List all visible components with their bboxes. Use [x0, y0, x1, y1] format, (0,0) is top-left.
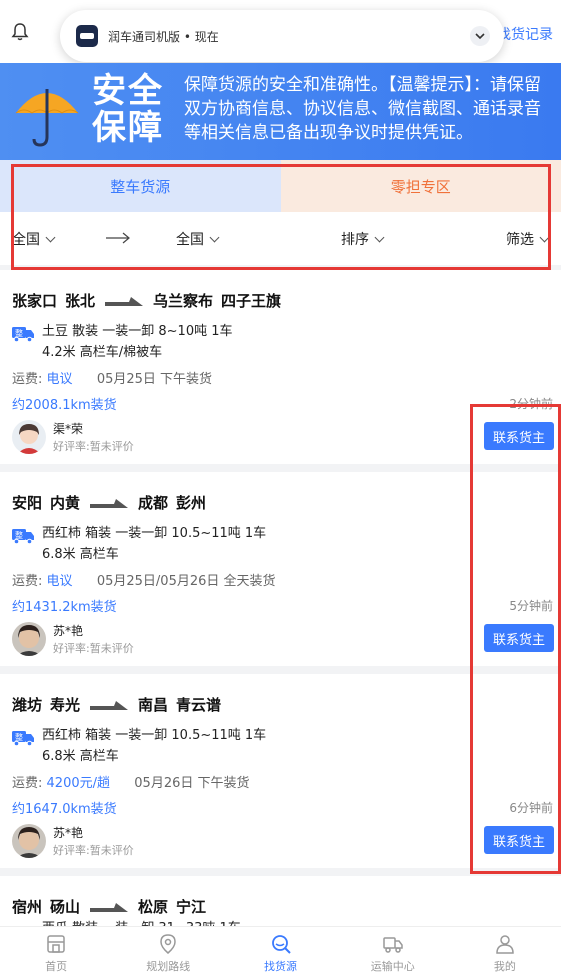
truck-icon: 整 [12, 327, 34, 342]
fee-label: 运费: [12, 776, 43, 791]
route: 张家口 张北 乌兰察布 四子王旗 [12, 290, 281, 311]
nav-transport-center[interactable]: 运输中心 [337, 927, 449, 975]
highlight-box-contact-buttons [470, 404, 561, 874]
goods-line-1: 西瓜 散装 一装一卸 31~33吨 1车 [42, 918, 241, 926]
goods-line-1: 西红柿 箱装 一装一卸 10.5~11吨 1车 [42, 728, 267, 743]
to-district: 宁江 [176, 898, 207, 916]
nav-transport-center-label: 运输中心 [370, 960, 415, 973]
to-district: 四子王旗 [221, 292, 282, 310]
from-district: 寿光 [50, 696, 81, 714]
price-row: 运费: 4200元/趟 05月26日 下午装货 [12, 772, 250, 791]
fee-value: 4200元/趟 [46, 776, 110, 791]
from-district: 张北 [65, 292, 96, 310]
nav-mine[interactable]: 我的 [449, 927, 561, 975]
badge-text: 整 [15, 732, 23, 742]
fee-label: 运费: [12, 574, 43, 589]
from-district: 内黄 [50, 494, 81, 512]
search-icon [271, 935, 291, 954]
distance: 约1431.2km装货 [12, 600, 117, 615]
route: 安阳 内黄 成都 彭州 [12, 492, 206, 513]
fee-value: 电议 [46, 574, 73, 589]
from-district: 砀山 [50, 898, 81, 916]
badge-text: 整 [15, 530, 23, 540]
truck-icon: 整 [12, 731, 34, 746]
from-city: 安阳 [12, 494, 43, 512]
route: 潍坊 寿光 南昌 青云谱 [12, 694, 221, 715]
notification-toast[interactable]: 润车通司机版 • 现在 [60, 10, 504, 62]
user-rating: 好评率:暂未评价 [53, 844, 134, 857]
to-district: 青云谱 [176, 696, 222, 714]
goods-line-2: 4.2米 高栏车/棉被车 [42, 345, 163, 360]
from-city: 张家口 [12, 292, 58, 310]
load-time: 05月25日/05月26日 全天装货 [96, 574, 276, 589]
fee-value: 电议 [46, 372, 73, 387]
load-time: 05月25日 下午装货 [96, 372, 213, 387]
to-city: 南昌 [138, 696, 169, 714]
umbrella-icon [15, 89, 79, 147]
user-name: 苏*艳 [53, 826, 84, 840]
goods-line-1: 西红柿 箱装 一装一卸 10.5~11吨 1车 [42, 526, 267, 541]
route-arrow-icon [90, 498, 129, 508]
bottom-nav: 首页 规划路线 找货源 运输中心 我的 [0, 926, 561, 975]
to-district: 彭州 [176, 494, 207, 512]
user-rating: 好评率:暂未评价 [53, 440, 134, 453]
highlight-box-filters [11, 164, 551, 270]
user-name: 苏*艳 [53, 624, 84, 638]
goods-line-1: 土豆 散装 一装一卸 8~10吨 1车 [42, 324, 233, 339]
goods-info: 西瓜 散装 一装一卸 31~33吨 1车 [42, 918, 241, 926]
history-link[interactable]: 找货记录 [497, 24, 553, 44]
route-arrow-icon [90, 902, 129, 912]
safety-banner[interactable]: 安全保障 保障货源的安全和准确性。【温馨提示】：请保留双方协商信息、协议信息、微… [0, 63, 561, 160]
to-city: 成都 [138, 494, 169, 512]
nav-route-plan[interactable]: 规划路线 [112, 927, 224, 975]
banner-text: 保障货源的安全和准确性。【温馨提示】：请保留双方协商信息、协议信息、微信截图、通… [184, 75, 541, 143]
notification-text: 润车通司机版 • 现在 [108, 30, 219, 44]
chevron-down-icon[interactable] [470, 26, 490, 46]
user-rating: 好评率:暂未评价 [53, 642, 134, 655]
goods-line-2: 6.8米 高栏车 [42, 749, 119, 764]
route-arrow-icon [105, 296, 144, 306]
home-icon [47, 935, 65, 953]
nav-home[interactable]: 首页 [0, 927, 112, 975]
truck-icon [382, 937, 403, 953]
goods-info: 西红柿 箱装 一装一卸 10.5~11吨 1车 6.8米 高栏车 [42, 523, 266, 565]
from-city: 宿州 [12, 898, 43, 916]
avatar [12, 824, 46, 858]
nav-mine-label: 我的 [493, 960, 516, 973]
to-city: 松原 [138, 898, 169, 916]
fee-label: 运费: [12, 372, 43, 387]
avatar [12, 420, 46, 454]
app-icon [76, 25, 98, 47]
nav-find-cargo[interactable]: 找货源 [224, 927, 336, 975]
goods-info: 土豆 散装 一装一卸 8~10吨 1车 4.2米 高栏车/棉被车 [42, 321, 233, 363]
nav-home-label: 首页 [45, 960, 68, 973]
user-icon [496, 935, 514, 954]
route: 宿州 砀山 松原 宁江 [12, 896, 206, 917]
from-city: 潍坊 [12, 696, 43, 714]
nav-find-cargo-label: 找货源 [264, 960, 297, 973]
badge-text: 整 [15, 328, 23, 338]
load-time: 05月26日 下午装货 [134, 776, 250, 791]
truck-icon: 整 [12, 529, 34, 544]
to-city: 乌兰察布 [153, 292, 214, 310]
distance: 约2008.1km装货 [12, 398, 117, 413]
distance: 约1647.0km装货 [12, 802, 117, 817]
user-name: 渠*荣 [53, 422, 84, 436]
route-arrow-icon [90, 700, 129, 710]
bell-icon[interactable] [10, 22, 30, 42]
goods-line-2: 6.8米 高栏车 [42, 547, 119, 562]
goods-info: 西红柿 箱装 一装一卸 10.5~11吨 1车 6.8米 高栏车 [42, 725, 266, 767]
banner-title: 安全保障 [92, 71, 164, 148]
nav-route-plan-label: 规划路线 [146, 960, 191, 973]
price-row: 运费: 电议 05月25日/05月26日 全天装货 [12, 570, 276, 589]
cargo-card[interactable]: 宿州 砀山 松原 宁江 西瓜 散装 一装一卸 31~33吨 1车 [0, 876, 561, 926]
price-row: 运费: 电议 05月25日 下午装货 [12, 368, 212, 387]
avatar [12, 622, 46, 656]
location-pin-icon [160, 934, 177, 954]
